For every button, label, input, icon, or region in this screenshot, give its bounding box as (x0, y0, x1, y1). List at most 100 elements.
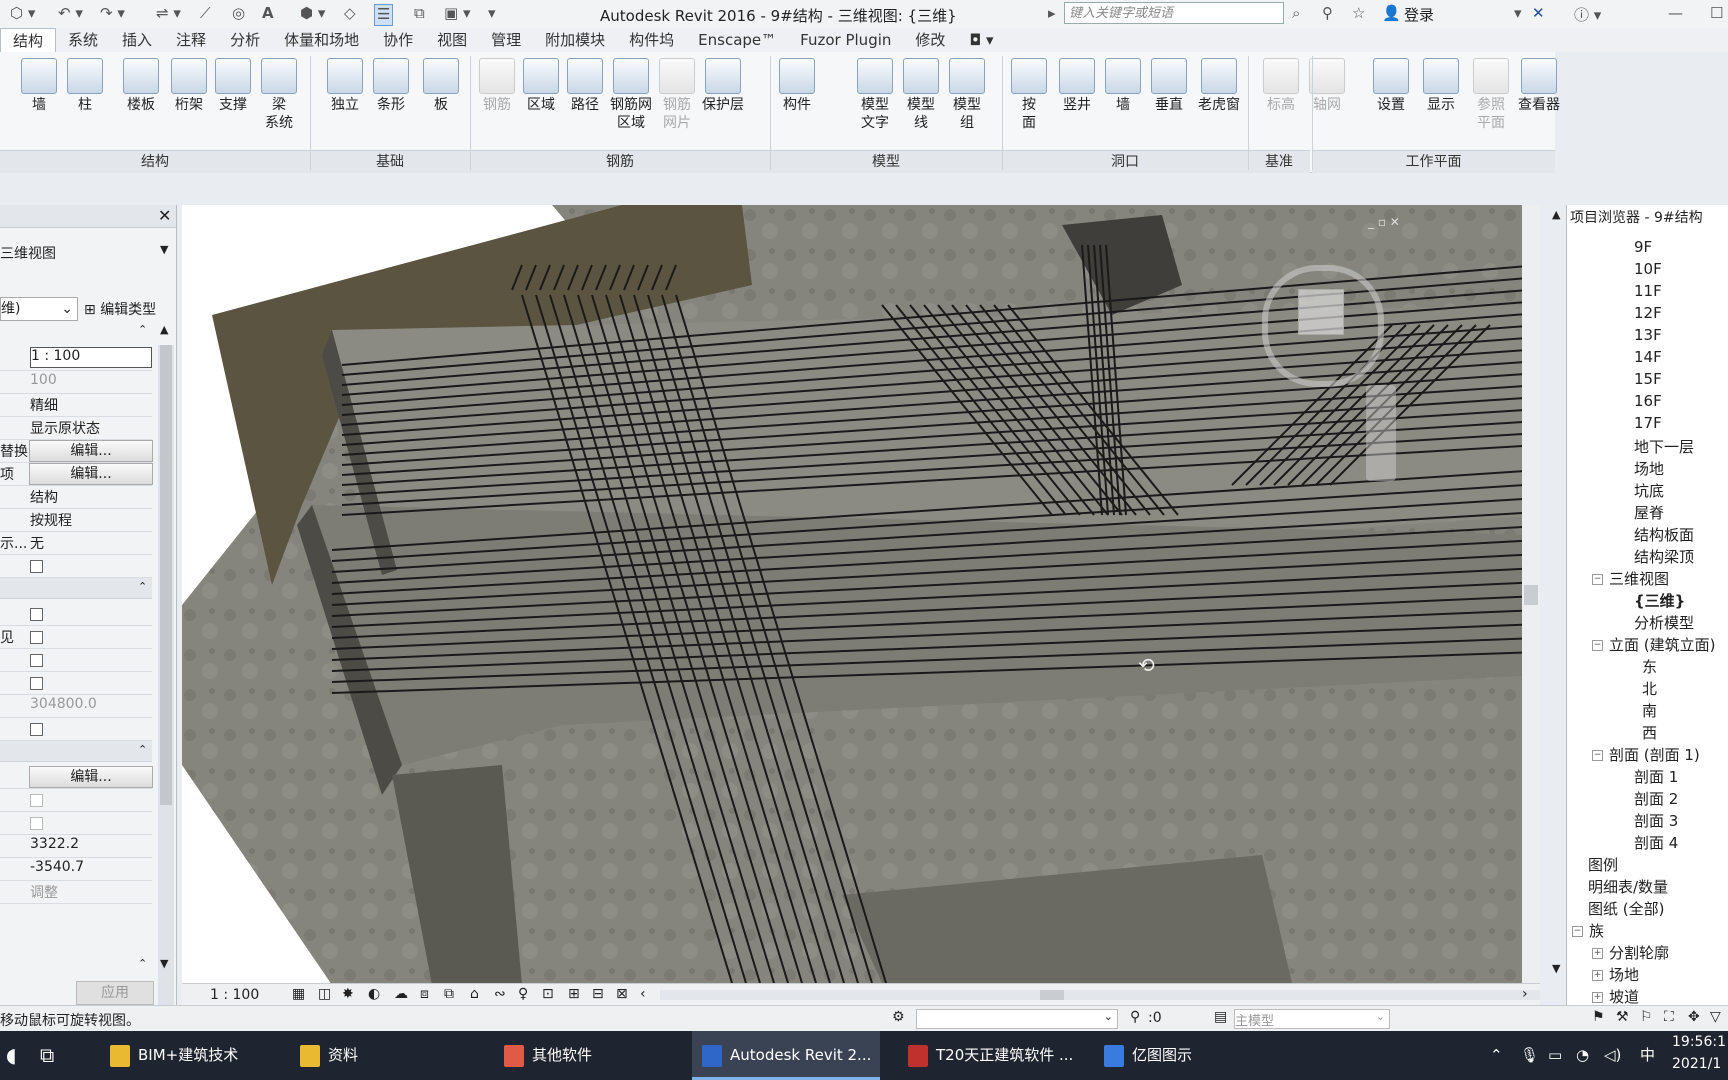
tab-13[interactable]: 修改 (903, 28, 957, 52)
tree-item-level[interactable]: 16F (1634, 392, 1662, 410)
tag-icon[interactable]: ◎ (232, 4, 245, 24)
select-links-icon[interactable]: ⚑ (1592, 1009, 1605, 1025)
reveal-constraints-icon[interactable]: ⊟ (592, 986, 604, 1002)
tree-item-section[interactable]: 剖面 2 (1634, 788, 1678, 809)
detail-level-value[interactable]: 精细 (30, 395, 150, 415)
tree-item-level[interactable]: 13F (1634, 326, 1662, 344)
discipline-value[interactable]: 结构 (30, 487, 150, 507)
tree-item-level[interactable]: 17F (1634, 414, 1662, 432)
tree-group-families[interactable]: − 族 (1572, 920, 1604, 941)
maximize-icon[interactable]: ☐ (1710, 4, 1723, 24)
volume-icon[interactable]: ◁) (1604, 1031, 1621, 1080)
select-pinned-icon[interactable]: ⚐ (1640, 1009, 1653, 1025)
tree-item-elevation[interactable]: 东 (1642, 656, 1657, 677)
microphone-icon[interactable]: 🎙 (1520, 1031, 1539, 1080)
ribbon-tool-23[interactable]: 老虎窗 (1196, 56, 1242, 114)
ribbon-tool-0[interactable]: 墙 (16, 56, 62, 114)
battery-icon[interactable]: ▭ (1548, 1031, 1562, 1080)
reveal-hidden-icon[interactable]: ♀ (518, 986, 528, 1002)
start-icon[interactable]: ◖ (6, 1031, 17, 1080)
taskbar-item-4[interactable]: T20天正建筑软件 ... (898, 1031, 1084, 1080)
scale-field[interactable]: 1 : 100 (30, 347, 152, 368)
tab-11[interactable]: Enscape™ (686, 28, 788, 52)
measure-icon[interactable]: ⇌ ▾ (156, 4, 181, 24)
ribbon-tool-8[interactable]: 板 (418, 56, 464, 114)
collapse-icon[interactable]: − (1572, 926, 1583, 937)
close-icon[interactable]: ✕ (158, 206, 171, 225)
checkbox[interactable] (30, 654, 43, 667)
login-dropdown-icon[interactable]: ▾ (1514, 4, 1522, 24)
minimize-icon[interactable]: — (1668, 4, 1683, 24)
ribbon-panel-2[interactable]: 钢筋 (470, 150, 770, 173)
tree-item-family[interactable]: + 场地 (1592, 964, 1639, 985)
ribbon-tool-1[interactable]: 柱 (62, 56, 108, 114)
tab-12[interactable]: Fuzor Plugin (788, 28, 903, 52)
scroll-down-icon[interactable]: ▼ (160, 957, 168, 970)
tray-up-icon[interactable]: ⌃ (1490, 1031, 1503, 1080)
tab-5[interactable]: 体量和场地 (272, 28, 371, 52)
analytical-model-icon[interactable]: ⊡ (542, 986, 554, 1002)
ribbon-panel-4[interactable]: 洞口 (1002, 150, 1248, 173)
taskbar-item-5[interactable]: 亿图图示 (1094, 1031, 1280, 1080)
switch-windows-icon[interactable]: ▣ ▾ (444, 4, 470, 24)
ribbon-tool-9[interactable]: 钢筋 (474, 56, 520, 114)
tab-0[interactable]: 结构 (0, 28, 57, 52)
tree-item-elevation[interactable]: 西 (1642, 722, 1657, 743)
undo-icon[interactable]: ↶ ▾ (58, 4, 83, 24)
filter-funnel-icon[interactable]: ▽ (1710, 1009, 1721, 1025)
ribbon-panel-5[interactable]: 基准 (1248, 150, 1310, 173)
ribbon-tool-13[interactable]: 钢筋 网片 (654, 56, 700, 132)
dimension-icon[interactable]: ⟋ (200, 4, 211, 24)
help-icon[interactable]: ⓘ ▾ (1574, 4, 1601, 24)
expand-icon[interactable]: + (1592, 992, 1603, 1003)
search-expand-icon[interactable]: ▸ (1048, 4, 1056, 24)
tree-item-level[interactable]: 11F (1634, 282, 1662, 300)
tree-item-3d-view[interactable]: 分析模型 (1634, 612, 1694, 633)
tree-item-section[interactable]: 剖面 3 (1634, 810, 1678, 831)
ribbon-tool-16[interactable]: 模型 文字 (852, 56, 898, 132)
tree-item-3d-view[interactable]: {三维} (1634, 590, 1685, 611)
favorites-star-icon[interactable]: ☆ (1352, 4, 1365, 24)
login-link[interactable]: 登录 (1404, 4, 1434, 24)
viewcube-icon[interactable] (1298, 289, 1344, 335)
view-scale[interactable]: 1 : 100 (210, 987, 259, 1003)
design-option-dropdown[interactable]: 主模型 ⌄ (1234, 1009, 1390, 1029)
show-crop-icon[interactable]: ⧉ (444, 986, 454, 1002)
section-icon[interactable]: ◇ (344, 4, 356, 24)
tree-item-level[interactable]: 9F (1634, 238, 1652, 256)
tree-item-family[interactable]: + 坡道 (1592, 986, 1639, 1007)
ribbon-tool-2[interactable]: 楼板 (118, 56, 164, 114)
edit-graphics-button[interactable]: 编辑... (29, 463, 153, 485)
checkbox[interactable] (30, 677, 43, 690)
parts-visibility-value[interactable]: 显示原状态 (30, 418, 150, 438)
detail-level-icon[interactable]: ▦ (292, 986, 305, 1002)
viewport-horizontal-scrollbar[interactable] (660, 990, 1540, 1000)
exchange-apps-icon[interactable]: ✕ (1532, 4, 1545, 24)
crop-icon[interactable]: ⧈ (420, 986, 429, 1002)
expand-icon[interactable]: + (1592, 970, 1603, 981)
search-input[interactable]: 键入关键字或短语 (1064, 2, 1284, 24)
ribbon-tool-12[interactable]: 钢筋网 区域 (608, 56, 654, 132)
checkbox[interactable] (30, 631, 43, 644)
tab-6[interactable]: 协作 (371, 28, 425, 52)
ribbon-panel-0[interactable]: 结构 (0, 150, 310, 173)
type-dropdown-icon[interactable]: ▼ (160, 243, 168, 256)
visual-style-icon[interactable]: ◫ (318, 986, 331, 1002)
section-header-extents[interactable]: ⌃ (0, 741, 152, 762)
expand-icon[interactable]: + (1592, 948, 1603, 959)
network-icon[interactable]: ◔ (1576, 1031, 1589, 1080)
ribbon-tool-3[interactable]: 桁架 (166, 56, 212, 114)
tab-3[interactable]: 注释 (164, 28, 218, 52)
sun-path-icon[interactable]: ✸ (342, 986, 354, 1002)
checkbox[interactable] (30, 723, 43, 736)
worksharing-icon[interactable]: ⊠ (616, 986, 628, 1002)
tree-item-family[interactable]: + 分割轮廓 (1592, 942, 1669, 963)
ribbon-panel-3[interactable]: 模型 (770, 150, 1002, 173)
taskbar-item-3[interactable]: Autodesk Revit 2... (692, 1031, 880, 1080)
worksets-icon[interactable]: ⚙ (892, 1009, 905, 1025)
e2-value[interactable]: -3540.7 (30, 859, 150, 875)
collapse-up-icon[interactable]: ⌃ (138, 957, 147, 970)
tab-4[interactable]: 分析 (218, 28, 272, 52)
tab-8[interactable]: 管理 (479, 28, 533, 52)
tree-item-level[interactable]: 14F (1634, 348, 1662, 366)
